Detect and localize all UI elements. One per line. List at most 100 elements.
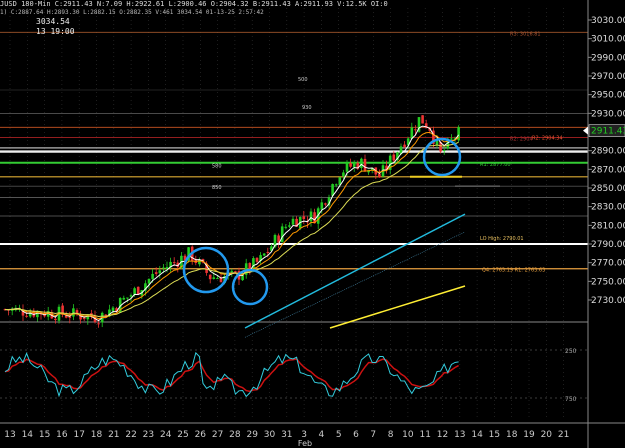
date-label: 30: [264, 430, 276, 440]
candle-body: [262, 253, 266, 256]
candle-body: [129, 295, 133, 297]
date-label: 18: [506, 430, 518, 440]
chart-subheader: 1) C:2887.64 H:2893.30 L:2882.15 O:2882.…: [0, 9, 264, 16]
price-axis[interactable]: 3030.00 3010.00 2990.00 2970.00 2950.00 2930.…: [583, 0, 625, 448]
chart-header: JUSD 180-Min C:2911.43 N:7.09 H:2922.61 …: [0, 0, 388, 8]
date-label: 22: [125, 430, 136, 440]
price-label: 2810.00: [591, 221, 625, 231]
candle-body: [352, 162, 356, 168]
candle-body: [154, 272, 158, 274]
level-label-lo-high: LO High: 2790.01: [480, 236, 524, 242]
price-label: 2870.00: [591, 165, 625, 175]
candle-body: [230, 270, 234, 272]
stochastic-panel: 250750STO 24: [0, 348, 623, 403]
date-label: 26: [195, 430, 207, 440]
candle-body: [147, 278, 151, 284]
date-axis[interactable]: 13 14 15 16 17 18 21 22 23 24 25 26 27 28 29 30 31 3 4 5 6 7 8…: [0, 422, 625, 448]
candle-body: [158, 270, 162, 274]
date-label: 11: [419, 430, 430, 440]
price-label: 2850.00: [591, 184, 625, 194]
date-label: 12: [437, 430, 448, 440]
price-label: 2770.00: [591, 259, 625, 269]
level-label-fib-500: 500: [298, 77, 308, 83]
current-price-marker: [583, 126, 588, 135]
date-label: 10: [402, 430, 414, 440]
date-label: 17: [73, 430, 84, 440]
level-label-r3: R3: 3016.81: [510, 31, 541, 37]
level-label-fib-930: 930: [302, 105, 312, 111]
candle-body: [378, 173, 381, 178]
candle-body: [363, 158, 367, 172]
candle-body: [82, 317, 86, 320]
date-label: 18: [91, 430, 103, 440]
stoch-k-line: [4, 351, 459, 398]
level-label-r2-left: R2: 2904: [510, 137, 533, 143]
date-label: 31: [281, 430, 292, 440]
price-label: 2970.00: [591, 72, 625, 82]
date-label: 13: [454, 430, 465, 440]
stoch-level-label: 250: [565, 348, 577, 355]
candle-body: [54, 318, 57, 321]
candle-body: [291, 218, 295, 225]
date-label: 4: [319, 430, 325, 440]
candle-body: [403, 144, 406, 147]
candle-body: [342, 172, 345, 177]
date-label: 24: [160, 430, 172, 440]
candle-body: [216, 278, 219, 280]
level-label-fib-580: 580: [212, 164, 222, 170]
highlight-circle: [231, 268, 269, 306]
month-label: Feb: [298, 439, 312, 448]
candle-body: [234, 271, 237, 273]
candle-body: [122, 297, 126, 300]
price-label: 2730.00: [591, 296, 625, 306]
candle-body: [126, 297, 129, 299]
date-label: 14: [471, 430, 483, 440]
date-label: 20: [541, 430, 553, 440]
date-label: 19: [523, 430, 535, 440]
date-label: 5: [336, 430, 342, 440]
candle-body: [212, 277, 216, 279]
price-chart[interactable]: R3: 3016.81 R2: 2904.34R2: 2904 R1: 2877.0…: [0, 0, 625, 448]
candle-body: [442, 150, 446, 152]
candle-body: [324, 203, 327, 205]
candle-body: [345, 162, 349, 172]
candle-body: [172, 262, 176, 264]
info-box: 3034.54 13 19:00: [36, 17, 75, 37]
candle-body: [151, 273, 154, 279]
date-label: 15: [39, 430, 50, 440]
date-label: 28: [229, 430, 241, 440]
date-label: 8: [388, 430, 394, 440]
info-time: 13 19:00: [36, 27, 75, 36]
candle-body: [162, 267, 165, 269]
date-label: 16: [56, 430, 68, 440]
level-label-r2: R2: 2904.34: [532, 136, 563, 142]
date-label: 6: [353, 430, 359, 440]
candle-body: [133, 288, 136, 295]
price-label: 2950.00: [591, 91, 625, 101]
date-label: 25: [177, 430, 188, 440]
price-label: 2911.43: [591, 127, 625, 137]
candle-body: [414, 129, 417, 131]
date-label: 29: [246, 430, 258, 440]
date-label: 27: [212, 430, 223, 440]
candle-body: [302, 216, 306, 220]
candlesticks: [3, 115, 460, 328]
candle-body: [255, 257, 259, 262]
price-label: 2750.00: [591, 277, 625, 287]
candle-body: [288, 225, 291, 227]
level-label-fib-850: 850: [212, 185, 222, 191]
date-label: 15: [489, 430, 500, 440]
candle-body: [266, 251, 270, 253]
date-label: 13: [4, 430, 15, 440]
date-label: 21: [108, 430, 119, 440]
candle-body: [360, 158, 363, 169]
candle-body: [349, 163, 352, 167]
date-label: 23: [143, 430, 154, 440]
candle-body: [392, 154, 396, 161]
candle-body: [320, 202, 324, 210]
candle-body: [309, 211, 313, 222]
price-label: 2890.00: [591, 147, 625, 157]
price-label: 2790.00: [591, 240, 625, 250]
stoch-level-label: 750: [565, 396, 577, 403]
date-label: 21: [558, 430, 569, 440]
